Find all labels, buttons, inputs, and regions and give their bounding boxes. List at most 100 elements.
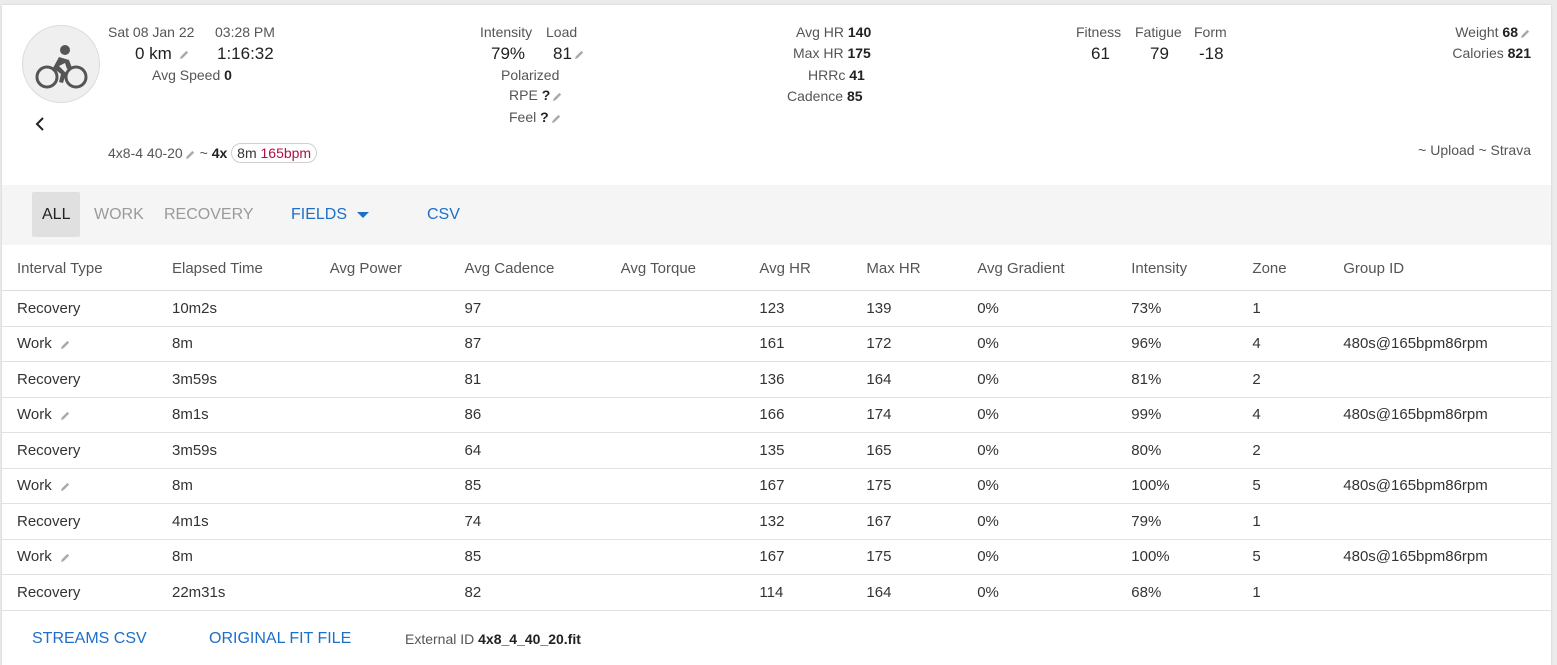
table-row[interactable]: Recovery 22m31s 82 114 164 0% 68% 1 [2,574,1551,611]
table-cell-avg_hr: 132 [744,503,852,540]
filter-all-button[interactable]: ALL [32,192,81,237]
upload-strava-links[interactable]: ~ Upload ~ Strava [1418,142,1531,158]
column-header[interactable]: Avg HR [744,246,852,291]
feel: Feel ? [509,109,562,125]
cell-text: Recovery [17,441,81,459]
table-cell-group: 480s@165bpm86rpm [1328,539,1551,575]
table-cell-type: Work [2,326,157,362]
cell-text: 0% [977,477,999,495]
cell-text: 22m31s [172,583,226,601]
fitness-value: 61 [1091,44,1110,63]
cell-text: 167 [759,477,785,495]
table-header-row: Interval Type Elapsed Time Avg Power Avg Ca… [2,246,1551,291]
edit-interval-pencil-icon[interactable] [60,410,71,421]
table-cell-power [314,361,450,398]
column-header[interactable]: Intensity [1116,246,1238,291]
cell-text: 86 [464,406,482,424]
table-cell-gradient: 0% [962,574,1117,611]
activity-date: Sat 08 Jan 22 [108,24,195,40]
cell-text: 0% [977,512,999,530]
table-cell-gradient: 0% [962,361,1117,398]
streams-csv-link[interactable]: STREAMS CSV [32,630,147,648]
cell-text: 100% [1131,477,1170,495]
table-cell-type: Recovery [2,432,157,469]
table-cell-power [314,432,450,469]
activity-time: 03:28 PM [215,24,275,40]
table-cell-intensity: 73% [1116,290,1238,327]
edit-interval-pencil-icon[interactable] [60,339,71,350]
cell-text: 80% [1131,441,1162,459]
table-row[interactable]: Work 8m 85 167 175 0% 100% 5 480s@165bpm86rpm [2,468,1551,504]
cell-text: 73% [1131,299,1162,317]
cell-text: 68% [1131,583,1162,601]
filter-work-button[interactable]: WORK [84,192,154,237]
cell-text: Work [17,335,52,353]
table-row[interactable]: Work 8m1s 86 166 174 0% 99% 4 480s@165bpm86rpm [2,397,1551,433]
table-cell-intensity: 79% [1116,503,1238,540]
table-row[interactable]: Work 8m 85 167 175 0% 100% 5 480s@165bpm86rpm [2,539,1551,575]
edit-workout-pencil-icon[interactable] [185,149,196,160]
table-cell-torque [605,397,745,433]
edit-interval-pencil-icon[interactable] [60,481,71,492]
table-cell-power [314,290,450,327]
column-header[interactable]: Avg Cadence [449,246,606,291]
table-cell-elapsed: 8m1s [157,397,315,433]
calories: Calories 821 [1452,45,1531,61]
table-cell-gradient: 0% [962,539,1117,575]
column-header[interactable]: Group ID [1328,246,1551,291]
cell-text: 132 [759,512,785,530]
cell-text: 85 [464,548,482,566]
column-header[interactable]: Max HR [851,246,963,291]
table-cell-cadence: 82 [449,574,606,611]
table-cell-type: Work [2,468,157,504]
table-row[interactable]: Recovery 3m59s 64 135 165 0% 80% 2 [2,432,1551,469]
table-cell-power [314,468,450,504]
edit-load-pencil-icon[interactable] [574,49,585,60]
cell-text: 174 [866,406,892,424]
activity-card: Sat 08 Jan 22 03:28 PM 0 km 1:16:32 Avg … [2,5,1551,665]
edit-weight-pencil-icon[interactable] [1520,28,1531,39]
table-cell-zone: 2 [1237,432,1329,469]
csv-button[interactable]: CSV [417,192,470,237]
cell-text: 136 [759,370,785,388]
table-row[interactable]: Work 8m 87 161 172 0% 96% 4 480s@165bpm86rpm [2,326,1551,362]
table-cell-avg_hr: 167 [744,468,852,504]
column-header[interactable]: Avg Power [314,246,450,291]
cell-text: 81% [1131,370,1162,388]
intensity-label: Intensity [480,24,533,40]
column-header[interactable]: Elapsed Time [157,246,315,291]
cell-text: 8m1s [172,406,209,424]
column-header[interactable]: Zone [1237,246,1329,291]
cell-text: 135 [759,441,785,459]
edit-distance-pencil-icon[interactable] [179,49,190,60]
original-fit-file-link[interactable]: ORIGINAL FIT FILE [209,630,351,648]
cell-text: 172 [866,335,892,353]
table-cell-cadence: 64 [449,432,606,469]
cell-text: 5 [1252,477,1261,495]
cell-text: 5 [1252,548,1261,566]
fields-dropdown-button[interactable]: FIELDS [281,192,379,237]
table-row[interactable]: Recovery 10m2s 97 123 139 0% 73% 1 [2,290,1551,327]
cell-text: 164 [866,370,892,388]
rpe: RPE ? [509,87,563,103]
column-header[interactable]: Interval Type [2,246,157,291]
column-header[interactable]: Avg Gradient [962,246,1117,291]
edit-feel-pencil-icon[interactable] [551,113,562,124]
cell-text: 99% [1131,406,1162,424]
interval-chip: 8m 165bpm [231,143,318,163]
fatigue-value: 79 [1150,44,1169,63]
table-cell-intensity: 81% [1116,361,1238,398]
filter-recovery-button[interactable]: RECOVERY [154,192,264,237]
table-row[interactable]: Recovery 4m1s 74 132 167 0% 79% 1 [2,503,1551,540]
edit-rpe-pencil-icon[interactable] [552,91,563,102]
cell-text: 480s@165bpm86rpm [1343,406,1488,424]
table-row[interactable]: Recovery 3m59s 81 136 164 0% 81% 2 [2,361,1551,398]
load-label: Load [546,24,578,40]
table-cell-zone: 1 [1237,503,1329,540]
cell-text: 167 [866,512,892,530]
edit-interval-pencil-icon[interactable] [60,552,71,563]
cell-text: 139 [866,299,892,317]
chevron-left-icon[interactable] [32,116,48,132]
cell-text: 2 [1252,441,1261,459]
column-header[interactable]: Avg Torque [605,246,745,291]
